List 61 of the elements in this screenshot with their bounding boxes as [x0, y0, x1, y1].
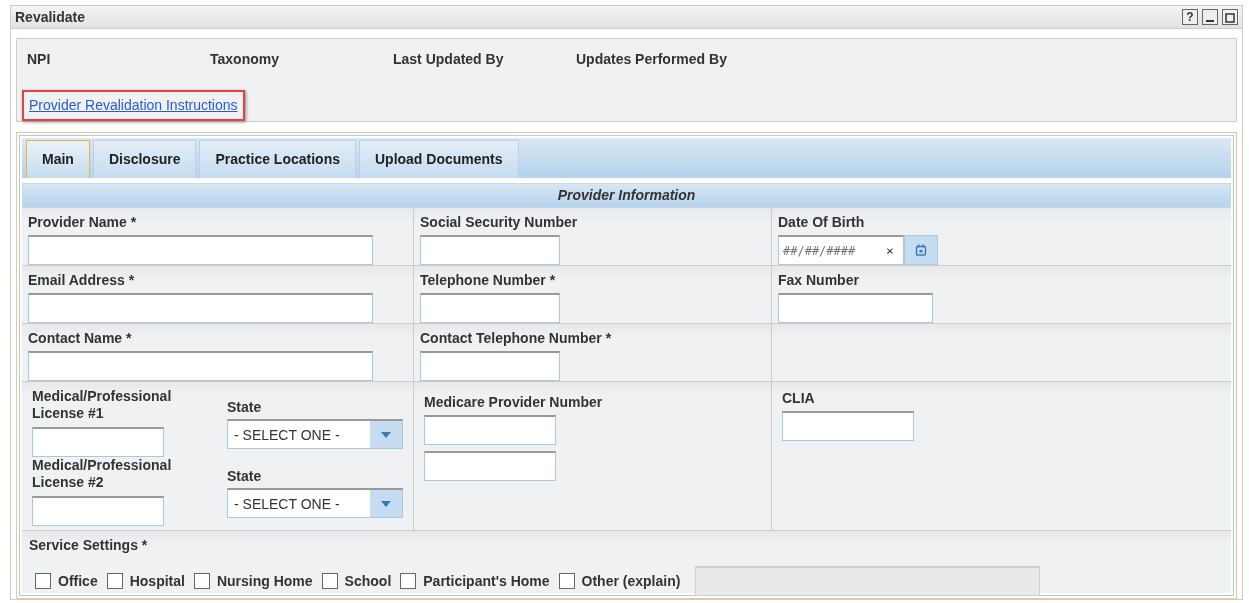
input-field[interactable]: [782, 411, 914, 441]
field-label: Contact Telephone Number *: [420, 330, 612, 347]
checkbox-label: Office: [58, 571, 98, 591]
header-label: NPI: [27, 50, 52, 69]
field-label: State: [227, 399, 262, 416]
calendar-icon: [915, 244, 927, 256]
instructions-link[interactable]: Provider Revalidation Instructions: [22, 90, 245, 121]
input-field[interactable]: [32, 496, 164, 526]
tab[interactable]: Disclosure: [92, 140, 197, 178]
calendar-button[interactable]: [904, 235, 938, 265]
field-label: Medicare Provider Number: [424, 394, 603, 411]
field-label: Contact Name *: [28, 330, 132, 347]
caret-icon: [381, 500, 391, 507]
field-label: Service Settings *: [29, 537, 148, 554]
checkbox[interactable]: [193, 573, 210, 589]
checkbox[interactable]: [35, 573, 51, 589]
checkbox[interactable]: [321, 573, 338, 589]
field-label: CLIA: [782, 390, 815, 407]
header-label: Updates Performed By: [576, 50, 728, 69]
checkbox-label: Other (explain): [581, 571, 681, 591]
header-label: Last Updated By: [393, 50, 505, 69]
checkbox[interactable]: [558, 573, 575, 589]
input-field[interactable]: [424, 451, 556, 481]
header-label: Taxonomy: [210, 50, 280, 69]
input-field[interactable]: [420, 235, 560, 265]
checkbox[interactable]: [400, 573, 417, 589]
tab[interactable]: Practice Locations: [199, 140, 356, 178]
maximize-icon[interactable]: [1222, 9, 1238, 25]
field-label: Medical/Professional License #1: [32, 388, 173, 422]
input-field[interactable]: [28, 235, 373, 265]
input-field[interactable]: [28, 351, 373, 381]
field-label: Medical/Professional License #2: [32, 457, 173, 491]
checkbox-label: School: [344, 571, 392, 591]
field-label: Email Address *: [28, 272, 135, 289]
checkbox[interactable]: [106, 573, 123, 589]
checkbox-label: Nursing Home: [216, 571, 313, 591]
date-field[interactable]: ##/##/#### ×: [778, 235, 904, 265]
field-label: State: [227, 468, 262, 485]
field-label: Fax Number: [778, 272, 859, 289]
checkbox-label: Hospital: [129, 571, 185, 591]
field-label: Social Security Number: [420, 214, 578, 231]
state-dropdown[interactable]: - SELECT ONE -: [227, 419, 403, 449]
field-label: Telephone Number *: [420, 272, 556, 289]
clear-button[interactable]: ×: [886, 240, 894, 261]
minimize-icon[interactable]: [1202, 9, 1218, 25]
help-button[interactable]: ?: [1182, 9, 1198, 25]
input-field[interactable]: [424, 415, 556, 445]
input-field[interactable]: [778, 293, 933, 323]
field-label: Date Of Birth: [778, 214, 865, 231]
window-title: Revalidate: [15, 7, 86, 27]
tab[interactable]: Main: [26, 140, 90, 178]
state-dropdown[interactable]: - SELECT ONE -: [227, 488, 403, 518]
field-label: Provider Name *: [28, 214, 137, 231]
section-header: Provider Information: [22, 183, 1231, 208]
caret-icon: [381, 431, 391, 438]
input-field[interactable]: [420, 351, 560, 381]
input-field[interactable]: [420, 293, 560, 323]
tab[interactable]: Upload Documents: [359, 140, 519, 178]
input-field[interactable]: [28, 293, 373, 323]
checkbox-label: Participant's Home: [423, 571, 550, 591]
input-field[interactable]: [32, 427, 164, 457]
